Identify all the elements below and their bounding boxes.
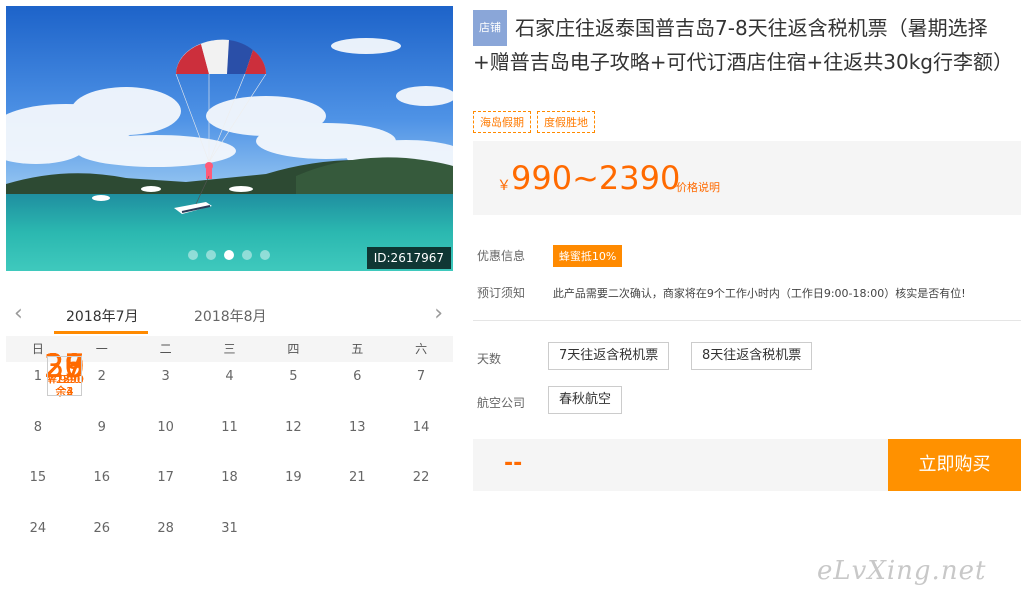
buy-bar: -- 立即购买 — [473, 439, 1021, 491]
day-cell-border — [47, 356, 82, 396]
price-range: 990~2390 — [511, 159, 681, 197]
price-panel: ￥ 990~2390 价格说明 — [473, 141, 1021, 215]
calendar-day: 10 — [134, 413, 198, 464]
selected-price-placeholder: -- — [504, 451, 523, 476]
calendar-day: 18 — [198, 463, 262, 514]
calendar-day: 5 — [261, 362, 325, 413]
day-number: 28 — [157, 520, 174, 536]
option-7-days[interactable]: 7天往返含税机票 — [548, 342, 670, 370]
buy-now-button[interactable]: 立即购买 — [888, 439, 1021, 491]
day-number: 13 — [348, 419, 366, 435]
tab-month-july[interactable]: 2018年7月 — [66, 306, 139, 326]
day-number: 24 — [29, 520, 47, 536]
calendar-day: 19 — [261, 463, 325, 514]
day-number: 7 — [416, 369, 426, 384]
calendar-day: 9 — [70, 413, 134, 464]
day-number: 6 — [353, 369, 362, 384]
product-id-badge: ID:2617967 — [366, 247, 451, 269]
product-tags: 海岛假期 度假胜地 — [473, 111, 595, 133]
weekday-label: 二 — [159, 342, 172, 356]
days-option-row: 天数 7天往返含税机票 8天往返含税机票 — [477, 342, 1017, 372]
day-number: 31 — [221, 520, 238, 536]
tag-resort[interactable]: 度假胜地 — [537, 111, 595, 133]
day-number: 4 — [225, 369, 234, 384]
price-calendar: 日 一 二 三 四 五 六 1 2 3 4 5 6 7 8 9 10 11 12 13 14 15 16 17 1… — [6, 336, 453, 564]
calendar-day: 24 — [6, 514, 70, 565]
notice-text: 此产品需要二次确认，商家将在9个工作小时内（工作日9:00-18:00）核实是否… — [552, 287, 966, 300]
weekday-label: 四 — [287, 342, 300, 356]
product-title: 店铺 石家庄往返泰国普吉岛7-8天往返含税机票（暑期选择+赠普吉岛电子攻略+可代订… — [473, 10, 1021, 78]
weekday-label: 六 — [415, 342, 428, 356]
day-number: 3 — [161, 369, 170, 384]
calendar-day: 11 — [198, 413, 262, 464]
airline-label: 航空公司 — [477, 396, 526, 410]
shop-tag: 店铺 — [473, 10, 507, 46]
option-8-days[interactable]: 8天往返含税机票 — [691, 342, 813, 370]
weekday-label: 五 — [351, 342, 364, 356]
calendar-day: 26 — [70, 514, 134, 565]
product-image[interactable]: ID:2617967 — [6, 6, 453, 271]
airline-option-row: 航空公司 春秋航空 — [477, 386, 1017, 416]
calendar-day: 15 — [6, 463, 70, 514]
next-month-arrow-icon[interactable]: › — [434, 302, 443, 326]
tab-month-august[interactable]: 2018年8月 — [194, 306, 267, 326]
currency-symbol: ￥ — [497, 178, 511, 194]
calendar-day: 16 — [70, 463, 134, 514]
calendar-day: 22 — [389, 463, 453, 514]
calendar-day: 6 — [325, 362, 389, 413]
calendar-day: 17 — [134, 463, 198, 514]
carousel-dot[interactable] — [260, 250, 270, 260]
day-number: 19 — [285, 470, 302, 485]
day-number: 9 — [97, 419, 106, 435]
active-month-indicator — [54, 331, 148, 334]
day-number: 16 — [93, 470, 111, 485]
calendar-days: 1 2 3 4 5 6 7 8 9 10 11 12 13 14 15 16 17 18 19 20 ￥990 余4 21 2… — [6, 350, 453, 565]
day-number: 10 — [157, 419, 174, 435]
price-explanation-link[interactable]: 价格说明 — [676, 179, 720, 195]
calendar-month-nav: ‹ 2018年7月 2018年8月 › — [6, 298, 453, 336]
promo-label: 优惠信息 — [477, 249, 526, 263]
weekday-label: 三 — [223, 342, 236, 356]
calendar-day: 28 — [134, 514, 198, 565]
day-number: 15 — [29, 470, 47, 485]
day-number: 18 — [221, 470, 238, 485]
carousel-dot-active[interactable] — [224, 250, 234, 260]
carousel-dot[interactable] — [188, 250, 198, 260]
days-label: 天数 — [477, 352, 502, 366]
promo-badge: 蜂蜜抵10% — [552, 245, 623, 267]
calendar-day: 13 — [325, 413, 389, 464]
calendar-day: 31 — [198, 514, 262, 565]
prev-month-arrow-icon[interactable]: ‹ — [14, 302, 23, 326]
day-number: 17 — [157, 470, 174, 485]
calendar-day-available[interactable]: 30 ￥2290 余4 — [44, 350, 85, 398]
carousel-dots — [188, 250, 270, 260]
calendar-day: 8 — [6, 413, 70, 464]
carousel-dot[interactable] — [206, 250, 216, 260]
day-number: 21 — [348, 470, 366, 485]
promo-row: 优惠信息 蜂蜜抵10% — [477, 245, 623, 267]
calendar-day: 14 — [389, 413, 453, 464]
product-title-block: 店铺 石家庄往返泰国普吉岛7-8天往返含税机票（暑期选择+赠普吉岛电子攻略+可代订… — [473, 10, 1021, 78]
day-number: 12 — [285, 419, 302, 435]
day-number: 5 — [289, 369, 298, 384]
calendar-day: 21 — [325, 463, 389, 514]
calendar-day: 12 — [261, 413, 325, 464]
day-number: 11 — [221, 419, 238, 435]
notice-label: 预订须知 — [477, 286, 526, 300]
product-title-text: 石家庄往返泰国普吉岛7-8天往返含税机票（暑期选择+赠普吉岛电子攻略+可代订酒店… — [473, 16, 1013, 74]
option-airline-spring[interactable]: 春秋航空 — [548, 386, 623, 414]
day-number: 26 — [93, 520, 111, 536]
tag-island-holiday[interactable]: 海岛假期 — [473, 111, 531, 133]
carousel-dot[interactable] — [242, 250, 252, 260]
calendar-day: 7 — [389, 362, 453, 413]
day-number: 8 — [33, 419, 43, 435]
site-watermark: eLvXing.net — [817, 556, 987, 586]
calendar-day: 4 — [198, 362, 262, 413]
calendar-day: 3 — [134, 362, 198, 413]
booking-notice-row: 预订须知 此产品需要二次确认，商家将在9个工作小时内（工作日9:00-18:00… — [477, 284, 966, 301]
day-number: 22 — [412, 470, 430, 485]
parasailing-photo — [6, 6, 453, 271]
day-number: 14 — [412, 419, 430, 435]
divider — [473, 320, 1021, 321]
